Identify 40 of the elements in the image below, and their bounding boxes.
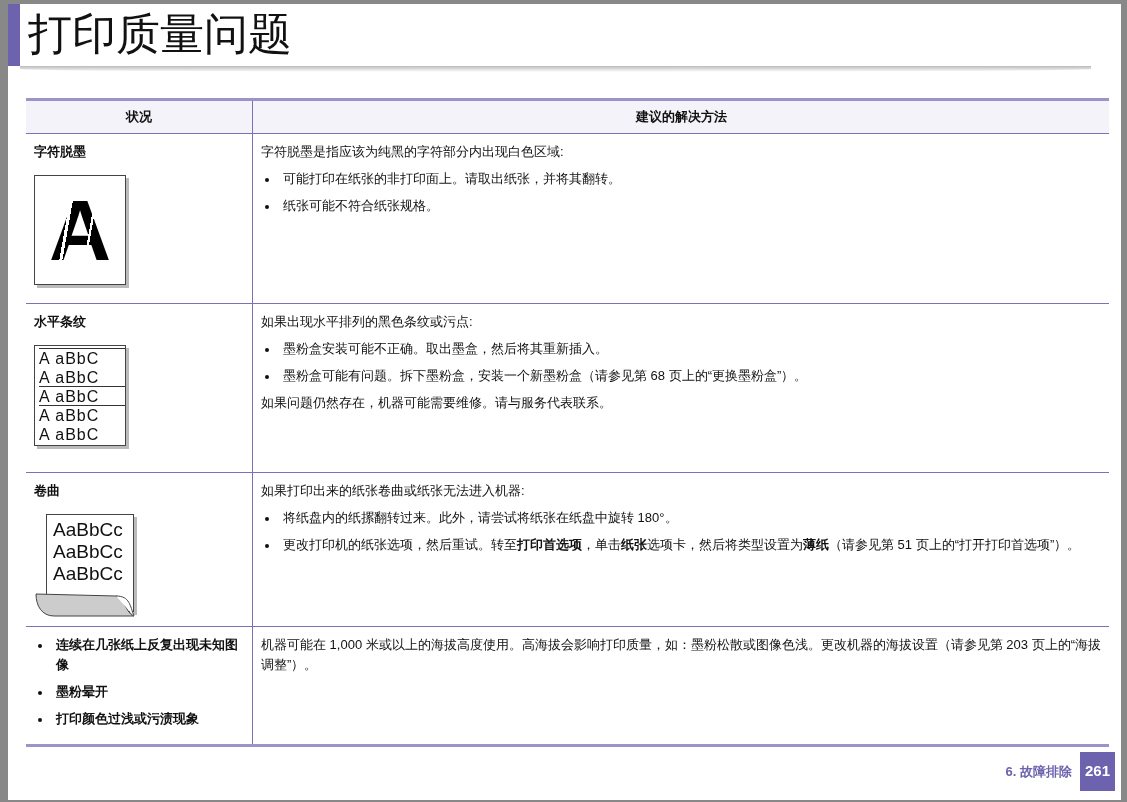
condition-title: 水平条纹 (34, 312, 87, 331)
page-number: 261 (1079, 752, 1115, 791)
bullet-icon (38, 717, 42, 722)
solution-text: 纸张可能不符合纸张规格。 (283, 196, 439, 215)
bullet-icon (265, 516, 269, 521)
solution-text: 更改打印机的纸张选项，然后重试。转至打印首选项，单击纸张选项卡，然后将类型设置为薄纸（请参见第 51 页上的“打开打印首选项”）。 (283, 535, 1081, 554)
solution-text: 墨粉盒安装可能不正确。取出墨盒，然后将其重新插入。 (283, 339, 608, 358)
solution-text: 可能打印在纸张的非打印面上。请取出纸张，并将其翻转。 (283, 169, 621, 188)
bullet-icon (265, 543, 269, 548)
sample-text-line: AaBbCc (53, 519, 124, 541)
solution-text: 将纸盘内的纸摞翻转过来。此外，请尝试将纸张在纸盘中旋转 180°。 (283, 508, 678, 527)
bullet-icon (38, 690, 42, 695)
sample-text-line: A aBbC (39, 348, 125, 367)
section-label: 6. 故障排除 (1005, 762, 1072, 781)
bullet-icon (265, 204, 269, 209)
solution-text: 字符脱墨是指应该为纯黑的字符部分内出现白色区域: (261, 142, 565, 161)
sample-text-line: A aBbC (39, 405, 125, 424)
page-title: 打印质量问题 (27, 9, 292, 61)
bullet-icon (38, 643, 42, 648)
sample-text-line: A aBbC (39, 386, 125, 405)
solution-text: 如果打印出来的纸张卷曲或纸张无法进入机器: (261, 481, 526, 500)
solution-text: 墨粉盒可能有问题。拆下墨粉盒，安装一个新墨粉盒（请参见第 68 页上的“更换墨粉盒”）。 (283, 366, 808, 385)
condition-item: 打印颜色过浅或污渍现象 (56, 709, 199, 728)
column-header: 状况 (26, 101, 253, 133)
bullet-icon (265, 374, 269, 379)
sample-text-line: AaBbCc (53, 541, 124, 563)
condition-title: 卷曲 (34, 481, 61, 500)
title-accent-bar (8, 4, 20, 66)
column-header: 建议的解决方法 (634, 108, 728, 126)
condition-title: 字符脱墨 (34, 142, 87, 161)
condition-item: 连续在几张纸上反复出现未知图像 (56, 635, 239, 674)
bullet-icon (265, 177, 269, 182)
bullet-icon (265, 347, 269, 352)
solution-text: 如果问题仍然存在，机器可能需要维修。请与服务代表联系。 (261, 393, 613, 412)
sample-text-line: A aBbC (39, 425, 101, 443)
sample-text-line: AaBbCc (53, 563, 124, 585)
condition-item: 墨粉晕开 (56, 682, 108, 701)
solution-text: 机器可能在 1,000 米或以上的海拔高度使用。高海拔会影响打印质量，如：墨粉松散或图像色浅。更改机器的海拔设置（请参见第 203 页上的“海拔调整”）。 (261, 635, 1101, 674)
sample-text-line: A aBbC (39, 368, 101, 386)
solution-text: 如果出现水平排列的黑色条纹或污点: (261, 312, 474, 331)
